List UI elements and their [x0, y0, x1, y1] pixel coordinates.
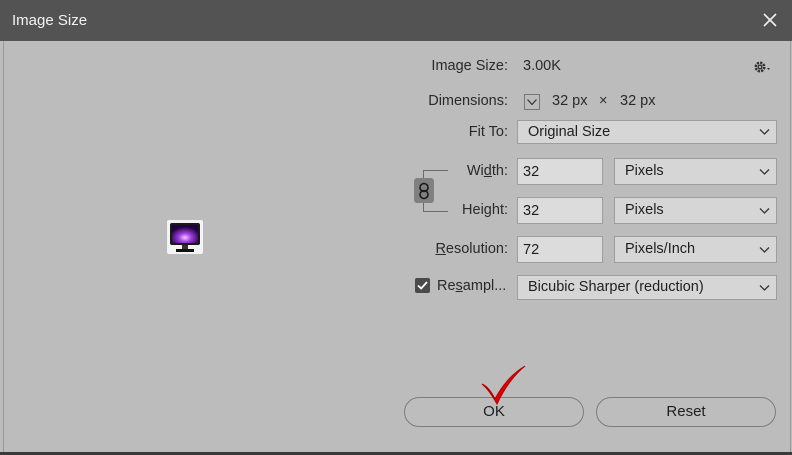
- chevron-down-icon: [759, 208, 770, 214]
- image-size-label: Image Size:: [431, 58, 508, 74]
- resolution-unit-select[interactable]: Pixels/Inch: [614, 236, 777, 263]
- close-button[interactable]: [756, 6, 784, 34]
- monitor-thumbnail-icon: [170, 223, 200, 252]
- title-bar: Image Size: [0, 0, 792, 41]
- resample-method-select[interactable]: Bicubic Sharper (reduction): [517, 275, 777, 300]
- chevron-down-icon: [759, 247, 770, 253]
- resample-label: Resampl...: [437, 278, 507, 294]
- height-unit-value: Pixels: [625, 202, 664, 218]
- dimensions-height: 32 px: [620, 93, 656, 109]
- chevron-down-icon: [759, 285, 770, 291]
- height-label: Height:: [462, 202, 508, 218]
- resample-checkbox[interactable]: [415, 278, 430, 293]
- constrain-proportions-button[interactable]: [414, 178, 434, 203]
- reset-button[interactable]: Reset: [596, 397, 776, 427]
- fit-to-value: Original Size: [528, 124, 611, 140]
- settings-button[interactable]: [752, 58, 774, 76]
- checkmark-annotation-icon: [481, 365, 526, 406]
- link-icon: [419, 182, 429, 199]
- fit-to-label: Fit To:: [468, 124, 508, 140]
- resample-method-value: Bicubic Sharper (reduction): [528, 279, 704, 295]
- width-unit-select[interactable]: Pixels: [614, 158, 777, 185]
- dimensions-toggle[interactable]: [524, 94, 540, 110]
- resolution-label: Resolution:: [435, 241, 508, 257]
- resolution-unit-value: Pixels/Inch: [625, 241, 696, 257]
- width-input[interactable]: [517, 158, 603, 185]
- checkbox-check-icon: [417, 281, 428, 290]
- resolution-input[interactable]: [517, 236, 603, 263]
- height-input[interactable]: [517, 197, 603, 224]
- chevron-down-icon: [759, 129, 770, 135]
- dimensions-width: 32 px: [552, 93, 588, 109]
- image-preview: [167, 220, 203, 254]
- fit-to-select[interactable]: Original Size: [517, 120, 777, 144]
- chevron-down-icon: [524, 94, 540, 110]
- height-unit-select[interactable]: Pixels: [614, 197, 777, 224]
- dimensions-separator: ×: [599, 93, 608, 109]
- close-icon: [763, 13, 777, 27]
- width-label: Width:: [466, 163, 508, 179]
- window-title: Image Size: [12, 12, 88, 29]
- dimensions-label: Dimensions:: [428, 93, 508, 109]
- gear-icon: [754, 61, 770, 73]
- image-size-value: 3.00K: [523, 58, 561, 74]
- width-unit-value: Pixels: [625, 163, 664, 179]
- chevron-down-icon: [759, 169, 770, 175]
